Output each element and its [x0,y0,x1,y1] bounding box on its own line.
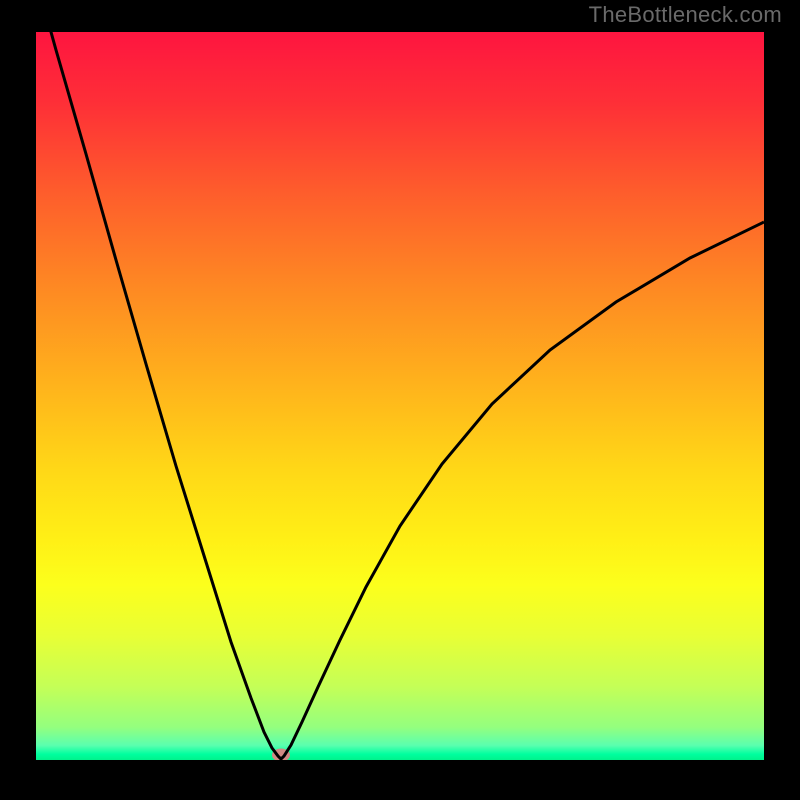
watermark-text: TheBottleneck.com [589,2,782,28]
bottleneck-curve [36,32,764,759]
curve-svg [36,32,764,760]
plot-area [36,32,764,760]
